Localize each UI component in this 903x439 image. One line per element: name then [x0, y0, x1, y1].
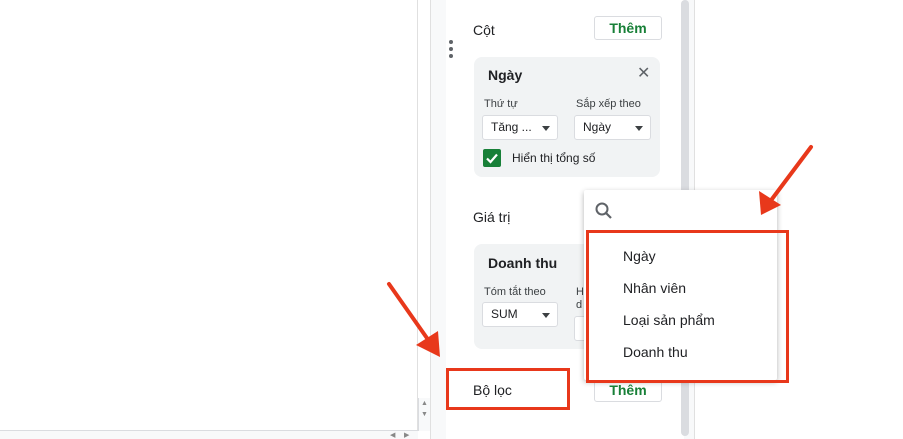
order-label: Thứ tự: [484, 98, 518, 110]
values-section-title: Giá trị: [473, 209, 511, 225]
horizontal-scrollbar[interactable]: ◀ ▶: [0, 430, 418, 439]
summarize-by-select[interactable]: SUM: [482, 302, 558, 327]
show-totals-label: Hiển thị tổng số: [512, 151, 596, 165]
scroll-down-icon[interactable]: ▼: [419, 409, 430, 420]
summarize-select-value: SUM: [491, 307, 518, 321]
sort-by-select[interactable]: Ngày: [574, 115, 651, 140]
search-icon: [594, 201, 614, 226]
vertical-scrollbar[interactable]: ▲ ▼: [418, 398, 430, 431]
scroll-up-icon[interactable]: ▲: [419, 398, 430, 409]
column-field-card: Ngày ✕ Thứ tự Sắp xếp theo Tăng ... Ngày…: [474, 57, 660, 177]
value-card-title: Doanh thu: [488, 255, 558, 271]
drag-handle-icon[interactable]: [448, 40, 454, 62]
summarize-by-label: Tóm tắt theo: [484, 286, 546, 298]
scroll-right-icon[interactable]: ▶: [404, 431, 409, 439]
column-card-title: Ngày: [488, 67, 523, 83]
sort-by-label: Sắp xếp theo: [576, 98, 641, 110]
show-totals-checkbox[interactable]: [483, 149, 501, 167]
options-highlight-box: [586, 230, 789, 383]
chevron-down-icon: [635, 126, 643, 131]
screen: ◀ ▶ ▲ ▼ Cột Thêm Ngày ✕ Thứ tự Sắp xếp t…: [0, 0, 903, 439]
red-arrow-icon: [387, 282, 440, 357]
filters-highlight-box: [446, 368, 570, 410]
chevron-down-icon: [542, 126, 550, 131]
scroll-left-icon[interactable]: ◀: [390, 431, 395, 439]
chevron-down-icon: [542, 313, 550, 318]
spreadsheet-grid[interactable]: [0, 0, 418, 439]
field-search-input[interactable]: [620, 198, 770, 222]
add-column-button[interactable]: Thêm: [594, 16, 662, 40]
red-arrow-icon: [759, 145, 813, 215]
partial-label-2: d: [576, 299, 583, 311]
sort-by-select-value: Ngày: [583, 120, 612, 134]
partial-label-1: H: [576, 286, 584, 298]
order-select-value: Tăng ...: [491, 120, 532, 134]
columns-section-title: Cột: [473, 22, 495, 38]
order-select[interactable]: Tăng ...: [482, 115, 558, 140]
checkmark-icon: [486, 153, 498, 164]
close-icon[interactable]: ✕: [637, 66, 650, 82]
